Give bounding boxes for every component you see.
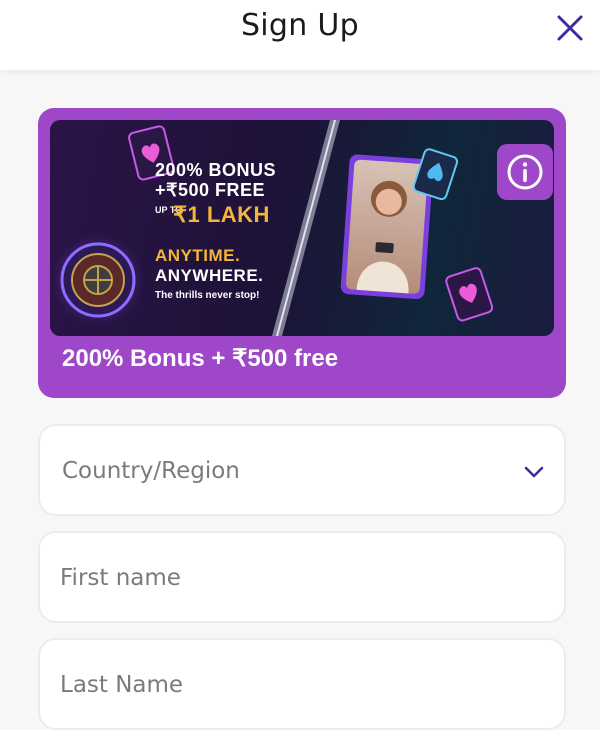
close-button[interactable] [552, 10, 588, 46]
banner-upto-text: UP TO [155, 205, 183, 215]
promo-banner-image: 200% BONUS +₹500 FREE UP TO ₹1 LAKH ANYT… [50, 120, 554, 336]
banner-bonus-text: 200% BONUS [155, 160, 277, 180]
header-bar: Sign Up [0, 0, 600, 70]
chevron-down-icon [524, 466, 544, 478]
promo-card[interactable]: 200% BONUS +₹500 FREE UP TO ₹1 LAKH ANYT… [38, 108, 566, 398]
close-icon [557, 15, 583, 41]
info-button[interactable] [497, 144, 553, 200]
last-name-input[interactable] [60, 662, 520, 708]
info-icon [507, 154, 543, 190]
country-region-placeholder: Country/Region [62, 458, 240, 484]
banner-tagline: The thrills never stop! [155, 290, 260, 301]
first-name-input[interactable] [60, 555, 520, 601]
banner-anytime-text: ANYTIME. [155, 246, 241, 265]
country-region-select[interactable]: Country/Region [38, 424, 566, 516]
banner-free-text: +₹500 FREE [155, 180, 266, 200]
banner-artwork [52, 120, 494, 336]
page-title: Sign Up [240, 8, 360, 43]
promo-caption: 200% Bonus + ₹500 free [62, 345, 339, 372]
first-name-field-wrapper [38, 531, 566, 623]
banner-lakh-text: ₹1 LAKH [173, 202, 270, 227]
banner-anywhere-text: ANYWHERE. [155, 266, 264, 285]
last-name-field-wrapper [38, 638, 566, 730]
